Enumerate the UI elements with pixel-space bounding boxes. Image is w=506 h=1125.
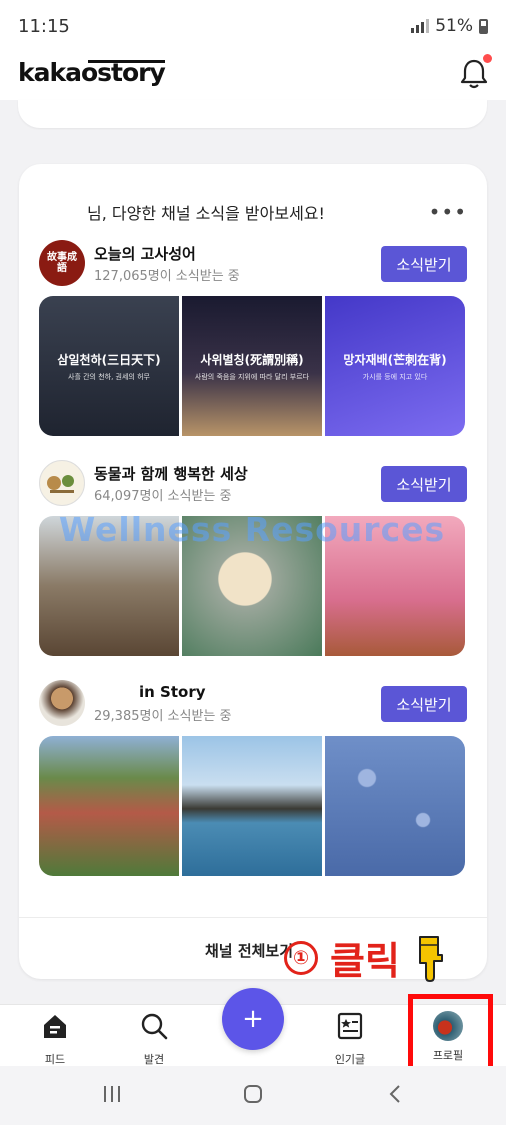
channel-thumbnails: 삼일천하(三日天下) 사흘 간의 천하, 권세의 허무 사위별칭(死謂別稱) 사… [39, 296, 465, 436]
nav-discover-label: 발견 [143, 1053, 165, 1066]
thumbnail[interactable] [325, 736, 465, 876]
battery-percent: 51% [435, 16, 473, 36]
channel-name: in Story [139, 683, 206, 701]
thumbnail-title: 삼일천하(三日天下) [57, 352, 161, 367]
nav-popular[interactable]: 인기글 [318, 1011, 382, 1067]
channel-avatar [39, 460, 85, 506]
channel-avatar: 故事成語 [39, 240, 85, 286]
thumbnail-title: 사위별칭(死謂別稱) [200, 352, 304, 367]
channel-logo-icon [47, 475, 74, 493]
channel-item[interactable]: 동물과 함께 행복한 세상 64,097명이 소식받는 중 소식받기 Welln… [39, 460, 467, 660]
search-icon [141, 1013, 168, 1040]
pointing-hand-icon [418, 935, 443, 982]
subscribe-button[interactable]: 소식받기 [381, 466, 467, 502]
channel-thumbnails [39, 736, 465, 876]
thumbnail[interactable]: 망자재배(芒刺在背) 가시를 등에 지고 있다 [325, 296, 465, 436]
nav-discover[interactable]: 발견 [122, 1011, 186, 1067]
app-header: kakaostory [0, 50, 506, 100]
thumbnail[interactable]: 사위별칭(死謂別稱) 사람의 죽음을 지위에 따라 달리 부르다 [182, 296, 322, 436]
channel-subscribers: 29,385명이 소식받는 중 [94, 709, 232, 724]
channel-name: 오늘의 고사성어 [94, 245, 196, 263]
annotation-number: ① [284, 940, 318, 975]
thumbnail-subtitle: 사흘 간의 천하, 권세의 허무 [68, 372, 150, 381]
kakaostory-logo[interactable]: kakaostory [18, 58, 166, 87]
thumbnail[interactable]: 삼일천하(三日天下) 사흘 간의 천하, 권세의 허무 [39, 296, 179, 436]
status-time: 11:15 [18, 16, 70, 37]
thumbnail[interactable] [39, 736, 179, 876]
subscribe-button[interactable]: 소식받기 [381, 686, 467, 722]
status-indicators: 51% [411, 16, 488, 36]
channel-item[interactable]: 故事成語 오늘의 고사성어 127,065명이 소식받는 중 소식받기 삼일천하… [39, 240, 467, 440]
thumbnail-subtitle: 가시를 등에 지고 있다 [362, 372, 428, 381]
view-all-channels-label: 채널 전체보기 [205, 942, 294, 960]
thumbnail-subtitle: 사람의 죽음을 지위에 따라 달리 부르다 [194, 372, 310, 381]
channel-subscribers: 127,065명이 소식받는 중 [94, 269, 240, 284]
nav-popular-label: 인기글 [334, 1053, 366, 1066]
status-bar: 11:15 51% [0, 0, 506, 50]
card-title: 님, 다양한 채널 소식을 받아보세요! [87, 204, 325, 223]
thumbnail-title: 망자재배(芒刺在背) [343, 352, 447, 367]
channel-thumbnails: Wellness Resources [39, 516, 465, 656]
write-post-button[interactable]: + [222, 988, 284, 1050]
signal-icon [411, 19, 430, 33]
home-icon [44, 1015, 66, 1038]
back-icon[interactable] [387, 1084, 403, 1104]
thumbnail[interactable] [182, 736, 322, 876]
channel-recommendation-card: 님, 다양한 채널 소식을 받아보세요! ••• 故事成語 오늘의 고사성어 1… [19, 164, 487, 979]
popular-list-icon [337, 1012, 363, 1040]
channel-item[interactable]: in Story 29,385명이 소식받는 중 소식받기 [39, 680, 467, 880]
previous-card [18, 100, 487, 128]
home-button-icon[interactable] [243, 1084, 263, 1104]
watermark-text: Wellness Resources [58, 516, 446, 549]
click-annotation: ① 클릭 [284, 930, 452, 985]
more-options-icon[interactable]: ••• [429, 200, 467, 224]
channel-name: 동물과 함께 행복한 세상 [94, 465, 248, 483]
nav-feed[interactable]: 피드 [23, 1011, 87, 1067]
channel-subscribers: 64,097명이 소식받는 중 [94, 489, 232, 504]
battery-icon [479, 18, 488, 34]
recent-apps-icon[interactable] [102, 1084, 122, 1104]
notification-dot [483, 54, 492, 63]
system-navigation-bar [0, 1066, 506, 1125]
nav-feed-label: 피드 [44, 1053, 66, 1066]
subscribe-button[interactable]: 소식받기 [381, 246, 467, 282]
annotation-text: 클릭 [330, 939, 400, 983]
channel-avatar [39, 680, 85, 726]
